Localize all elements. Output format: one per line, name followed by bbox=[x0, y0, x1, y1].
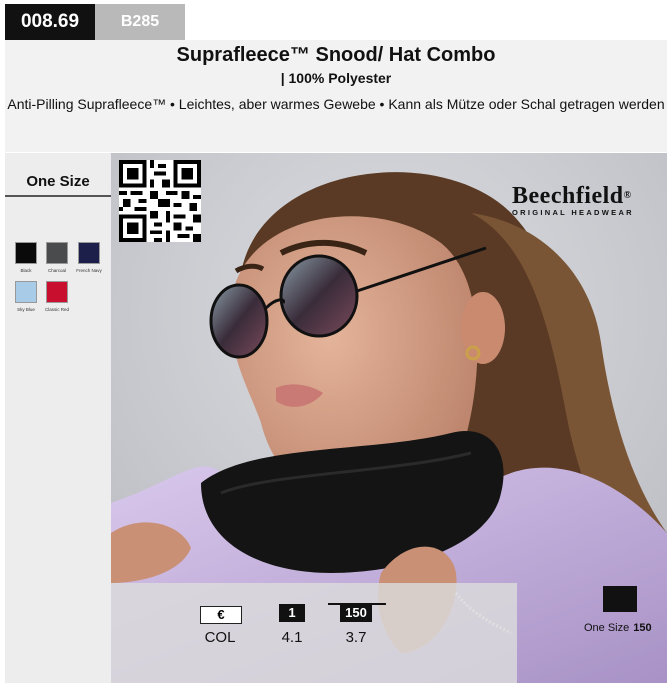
color-label-french-navy: French Navy bbox=[76, 268, 102, 273]
color-swatch-classic-red[interactable] bbox=[46, 281, 68, 303]
tier-price-1: 4.1 bbox=[281, 629, 303, 646]
product-title: Suprafleece™ Snood/ Hat Combo bbox=[176, 44, 496, 66]
color-label-sky-blue: Sky Blue bbox=[17, 307, 35, 312]
registered-mark: ® bbox=[623, 190, 632, 201]
carton-qty: 150 bbox=[633, 622, 652, 634]
carton-box-icon bbox=[603, 586, 637, 612]
product-description: Anti-Pilling Suprafleece™ • Leichtes, ab… bbox=[7, 96, 665, 112]
color-label-black: Black bbox=[20, 268, 32, 273]
tier-qty-150: 150 bbox=[340, 604, 372, 622]
carton-info: One Size 150 bbox=[584, 622, 652, 634]
qr-code[interactable] bbox=[119, 160, 201, 242]
color-swatch-black[interactable] bbox=[15, 242, 37, 264]
brand-tagline: ORIGINAL HEADWEAR bbox=[512, 208, 634, 217]
color-label-charcoal: Charcoal bbox=[47, 268, 66, 273]
currency-box: € bbox=[200, 606, 242, 624]
top-code-bar: 008.69 B285 bbox=[0, 0, 669, 40]
tier-price-150: 3.7 bbox=[345, 629, 367, 646]
size-divider bbox=[5, 195, 111, 197]
col-label: COL bbox=[204, 629, 236, 646]
price-panel bbox=[111, 583, 517, 683]
size-label: One Size bbox=[26, 173, 90, 190]
color-swatch-charcoal[interactable] bbox=[46, 242, 68, 264]
article-number: 008.69 bbox=[5, 4, 95, 40]
product-material: | 100% Polyester bbox=[280, 70, 392, 86]
color-label-classic-red: Classic Red bbox=[44, 307, 69, 312]
style-code: B285 bbox=[95, 4, 185, 40]
color-swatch-french-navy[interactable] bbox=[78, 242, 100, 264]
color-swatch-sky-blue[interactable] bbox=[15, 281, 37, 303]
brand-name: Beechfield bbox=[512, 183, 624, 209]
color-sidebar: One Size Black Charcoal French Navy Sky … bbox=[5, 153, 111, 683]
product-header: Suprafleece™ Snood/ Hat Combo | 100% Pol… bbox=[5, 40, 667, 152]
tier-qty-1: 1 bbox=[279, 604, 305, 622]
brand-logo: Beechfield® ORIGINAL HEADWEAR bbox=[512, 184, 662, 217]
carton-size-label: One Size bbox=[584, 622, 630, 634]
